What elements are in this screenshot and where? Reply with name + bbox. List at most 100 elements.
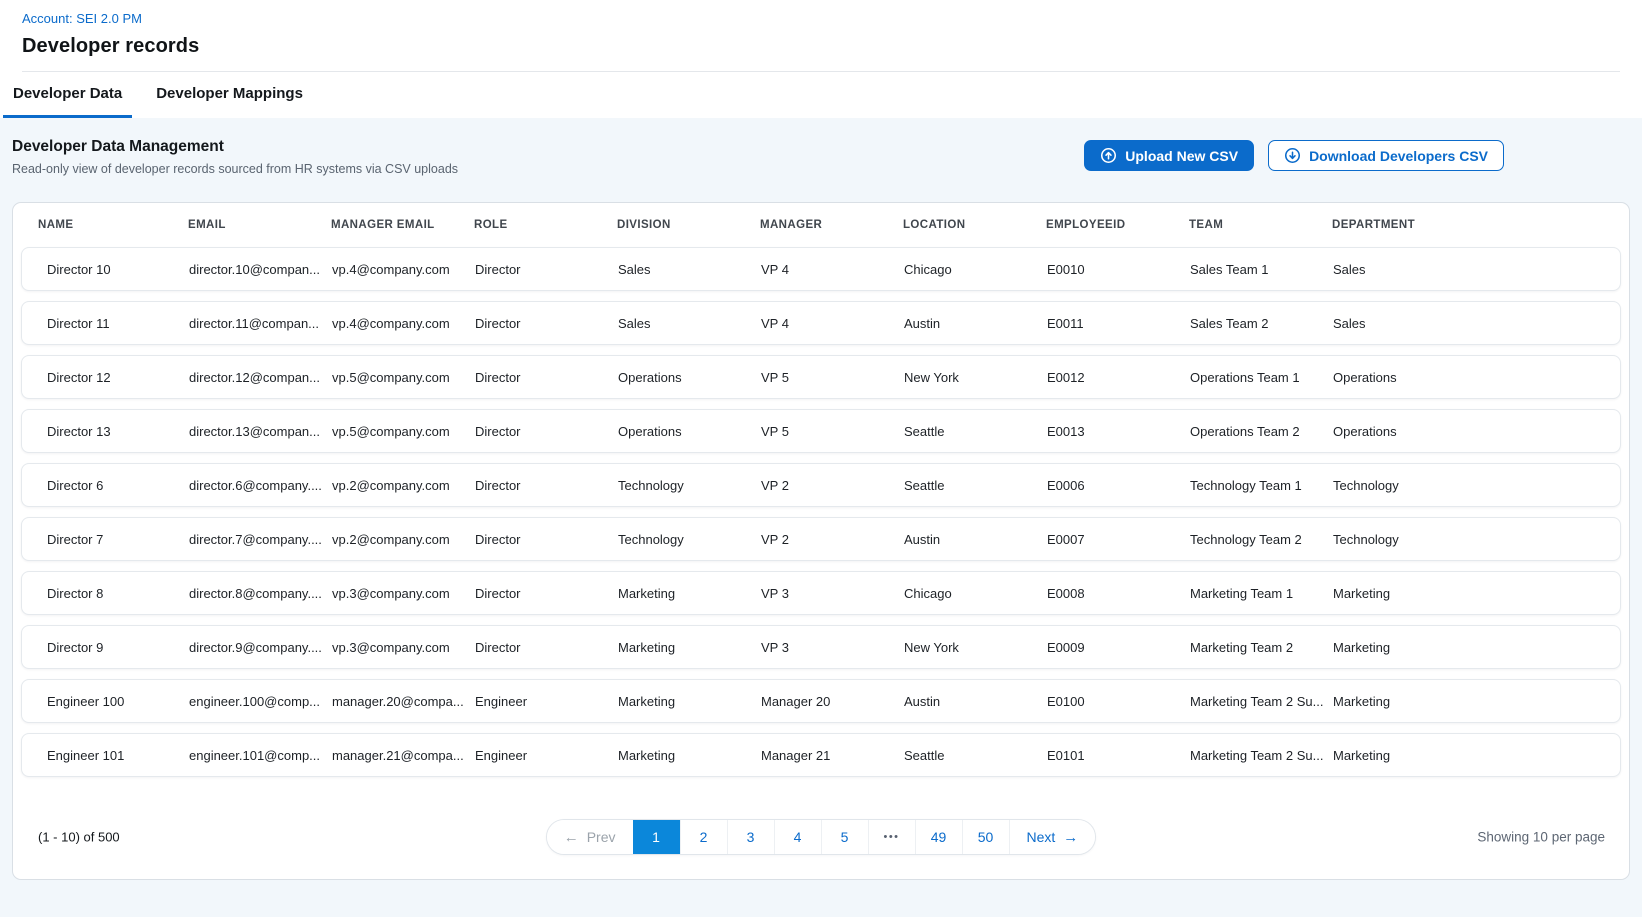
table-cell: director.10@compan... bbox=[189, 262, 332, 277]
table-cell: Austin bbox=[904, 694, 1047, 709]
next-label: Next bbox=[1027, 829, 1056, 845]
table-cell: Director bbox=[475, 640, 618, 655]
table-cell: Marketing bbox=[1333, 640, 1610, 655]
page-button-49[interactable]: 49 bbox=[915, 820, 962, 854]
table-cell: director.12@compan... bbox=[189, 370, 332, 385]
table-cell: E0101 bbox=[1047, 748, 1190, 763]
table-cell: vp.4@company.com bbox=[332, 262, 475, 277]
table-cell: E0011 bbox=[1047, 316, 1190, 331]
table-cell: vp.2@company.com bbox=[332, 532, 475, 547]
table-row[interactable]: Director 10director.10@compan...vp.4@com… bbox=[21, 247, 1621, 291]
table-cell: Director 8 bbox=[47, 586, 189, 601]
table-cell: Marketing bbox=[1333, 748, 1610, 763]
table-cell: Seattle bbox=[904, 478, 1047, 493]
table-cell: Director bbox=[475, 532, 618, 547]
arrow-right-icon: → bbox=[1063, 830, 1078, 845]
table-cell: vp.2@company.com bbox=[332, 478, 475, 493]
table-row[interactable]: Director 13director.13@compan...vp.5@com… bbox=[21, 409, 1621, 453]
table-cell: New York bbox=[904, 370, 1047, 385]
column-header: DEPARTMENT bbox=[1332, 219, 1621, 231]
table-cell: E0012 bbox=[1047, 370, 1190, 385]
table-row[interactable]: Engineer 101engineer.101@comp...manager.… bbox=[21, 733, 1621, 777]
table-cell: Marketing Team 2 bbox=[1190, 640, 1333, 655]
table-cell: Technology Team 1 bbox=[1190, 478, 1333, 493]
tab-developer-data[interactable]: Developer Data bbox=[3, 72, 132, 118]
pagination-ellipsis: ••• bbox=[868, 820, 915, 854]
table-cell: Marketing Team 2 Su... bbox=[1190, 694, 1333, 709]
page-button-4[interactable]: 4 bbox=[774, 820, 821, 854]
table-cell: Sales Team 1 bbox=[1190, 262, 1333, 277]
table-row[interactable]: Engineer 100engineer.100@comp...manager.… bbox=[21, 679, 1621, 723]
table-cell: Seattle bbox=[904, 424, 1047, 439]
section-titles: Developer Data Management Read-only view… bbox=[12, 138, 458, 176]
table-cell: director.7@company.... bbox=[189, 532, 332, 547]
table-cell: VP 4 bbox=[761, 262, 904, 277]
table-cell: E0010 bbox=[1047, 262, 1190, 277]
page-button-5[interactable]: 5 bbox=[821, 820, 868, 854]
page-button-3[interactable]: 3 bbox=[727, 820, 774, 854]
table-row[interactable]: Director 6director.6@company....vp.2@com… bbox=[21, 463, 1621, 507]
table-cell: Austin bbox=[904, 316, 1047, 331]
tab-developer-mappings[interactable]: Developer Mappings bbox=[146, 72, 313, 118]
account-link[interactable]: Account: SEI 2.0 PM bbox=[22, 11, 142, 26]
developer-data-panel: Developer Data Management Read-only view… bbox=[0, 118, 1642, 917]
table-row[interactable]: Director 11director.11@compan...vp.4@com… bbox=[21, 301, 1621, 345]
column-header: EMPLOYEEID bbox=[1046, 219, 1189, 231]
arrow-left-icon: ← bbox=[564, 830, 579, 845]
table-cell: Marketing Team 1 bbox=[1190, 586, 1333, 601]
table-cell: Chicago bbox=[904, 586, 1047, 601]
table-cell: vp.5@company.com bbox=[332, 370, 475, 385]
table-cell: Director bbox=[475, 478, 618, 493]
column-header: MANAGER EMAIL bbox=[331, 219, 474, 231]
download-csv-button[interactable]: Download Developers CSV bbox=[1268, 140, 1504, 171]
table-cell: director.8@company.... bbox=[189, 586, 332, 601]
table-cell: Director 13 bbox=[47, 424, 189, 439]
page-button-1[interactable]: 1 bbox=[633, 820, 680, 854]
table-cell: VP 5 bbox=[761, 424, 904, 439]
table-cell: Seattle bbox=[904, 748, 1047, 763]
upload-csv-button[interactable]: Upload New CSV bbox=[1084, 140, 1254, 171]
table-cell: Director 6 bbox=[47, 478, 189, 493]
table-row[interactable]: Director 8director.8@company....vp.3@com… bbox=[21, 571, 1621, 615]
page-title: Developer records bbox=[22, 35, 1620, 58]
table-cell: Director bbox=[475, 370, 618, 385]
table-footer: (1 - 10) of 500 ← Prev 12345•••4950 Next… bbox=[21, 819, 1621, 855]
table-row[interactable]: Director 7director.7@company....vp.2@com… bbox=[21, 517, 1621, 561]
table-cell: Operations Team 2 bbox=[1190, 424, 1333, 439]
table-cell: Sales bbox=[1333, 316, 1610, 331]
page-button-50[interactable]: 50 bbox=[962, 820, 1009, 854]
table-cell: E0007 bbox=[1047, 532, 1190, 547]
table-cell: Director 12 bbox=[47, 370, 189, 385]
table-cell: VP 3 bbox=[761, 640, 904, 655]
table-cell: VP 3 bbox=[761, 586, 904, 601]
top-header: Account: SEI 2.0 PM Developer records bbox=[0, 0, 1642, 72]
table-cell: Director 7 bbox=[47, 532, 189, 547]
next-page-button[interactable]: Next → bbox=[1009, 820, 1096, 854]
section-title: Developer Data Management bbox=[12, 138, 458, 156]
table-body: Director 10director.10@compan...vp.4@com… bbox=[21, 247, 1621, 777]
table-cell: Marketing bbox=[618, 694, 761, 709]
table-cell: E0009 bbox=[1047, 640, 1190, 655]
table-cell: Marketing Team 2 Su... bbox=[1190, 748, 1333, 763]
table-cell: engineer.101@comp... bbox=[189, 748, 332, 763]
column-header: LOCATION bbox=[903, 219, 1046, 231]
table-row[interactable]: Director 9director.9@company....vp.3@com… bbox=[21, 625, 1621, 669]
result-range-text: (1 - 10) of 500 bbox=[38, 830, 120, 845]
page-button-2[interactable]: 2 bbox=[680, 820, 727, 854]
table-cell: Operations bbox=[1333, 424, 1610, 439]
table-cell: Technology bbox=[618, 532, 761, 547]
table-cell: Operations bbox=[618, 424, 761, 439]
table-cell: Chicago bbox=[904, 262, 1047, 277]
table-row[interactable]: Director 12director.12@compan...vp.5@com… bbox=[21, 355, 1621, 399]
table-cell: E0013 bbox=[1047, 424, 1190, 439]
table-cell: VP 5 bbox=[761, 370, 904, 385]
table-cell: director.13@compan... bbox=[189, 424, 332, 439]
table-cell: Sales bbox=[1333, 262, 1610, 277]
table-cell: Technology bbox=[618, 478, 761, 493]
prev-page-button[interactable]: ← Prev bbox=[547, 820, 633, 854]
panel-header: Developer Data Management Read-only view… bbox=[12, 138, 1630, 176]
table-cell: E0100 bbox=[1047, 694, 1190, 709]
column-header: EMAIL bbox=[188, 219, 331, 231]
table-cell: engineer.100@comp... bbox=[189, 694, 332, 709]
table-cell: Technology bbox=[1333, 478, 1610, 493]
